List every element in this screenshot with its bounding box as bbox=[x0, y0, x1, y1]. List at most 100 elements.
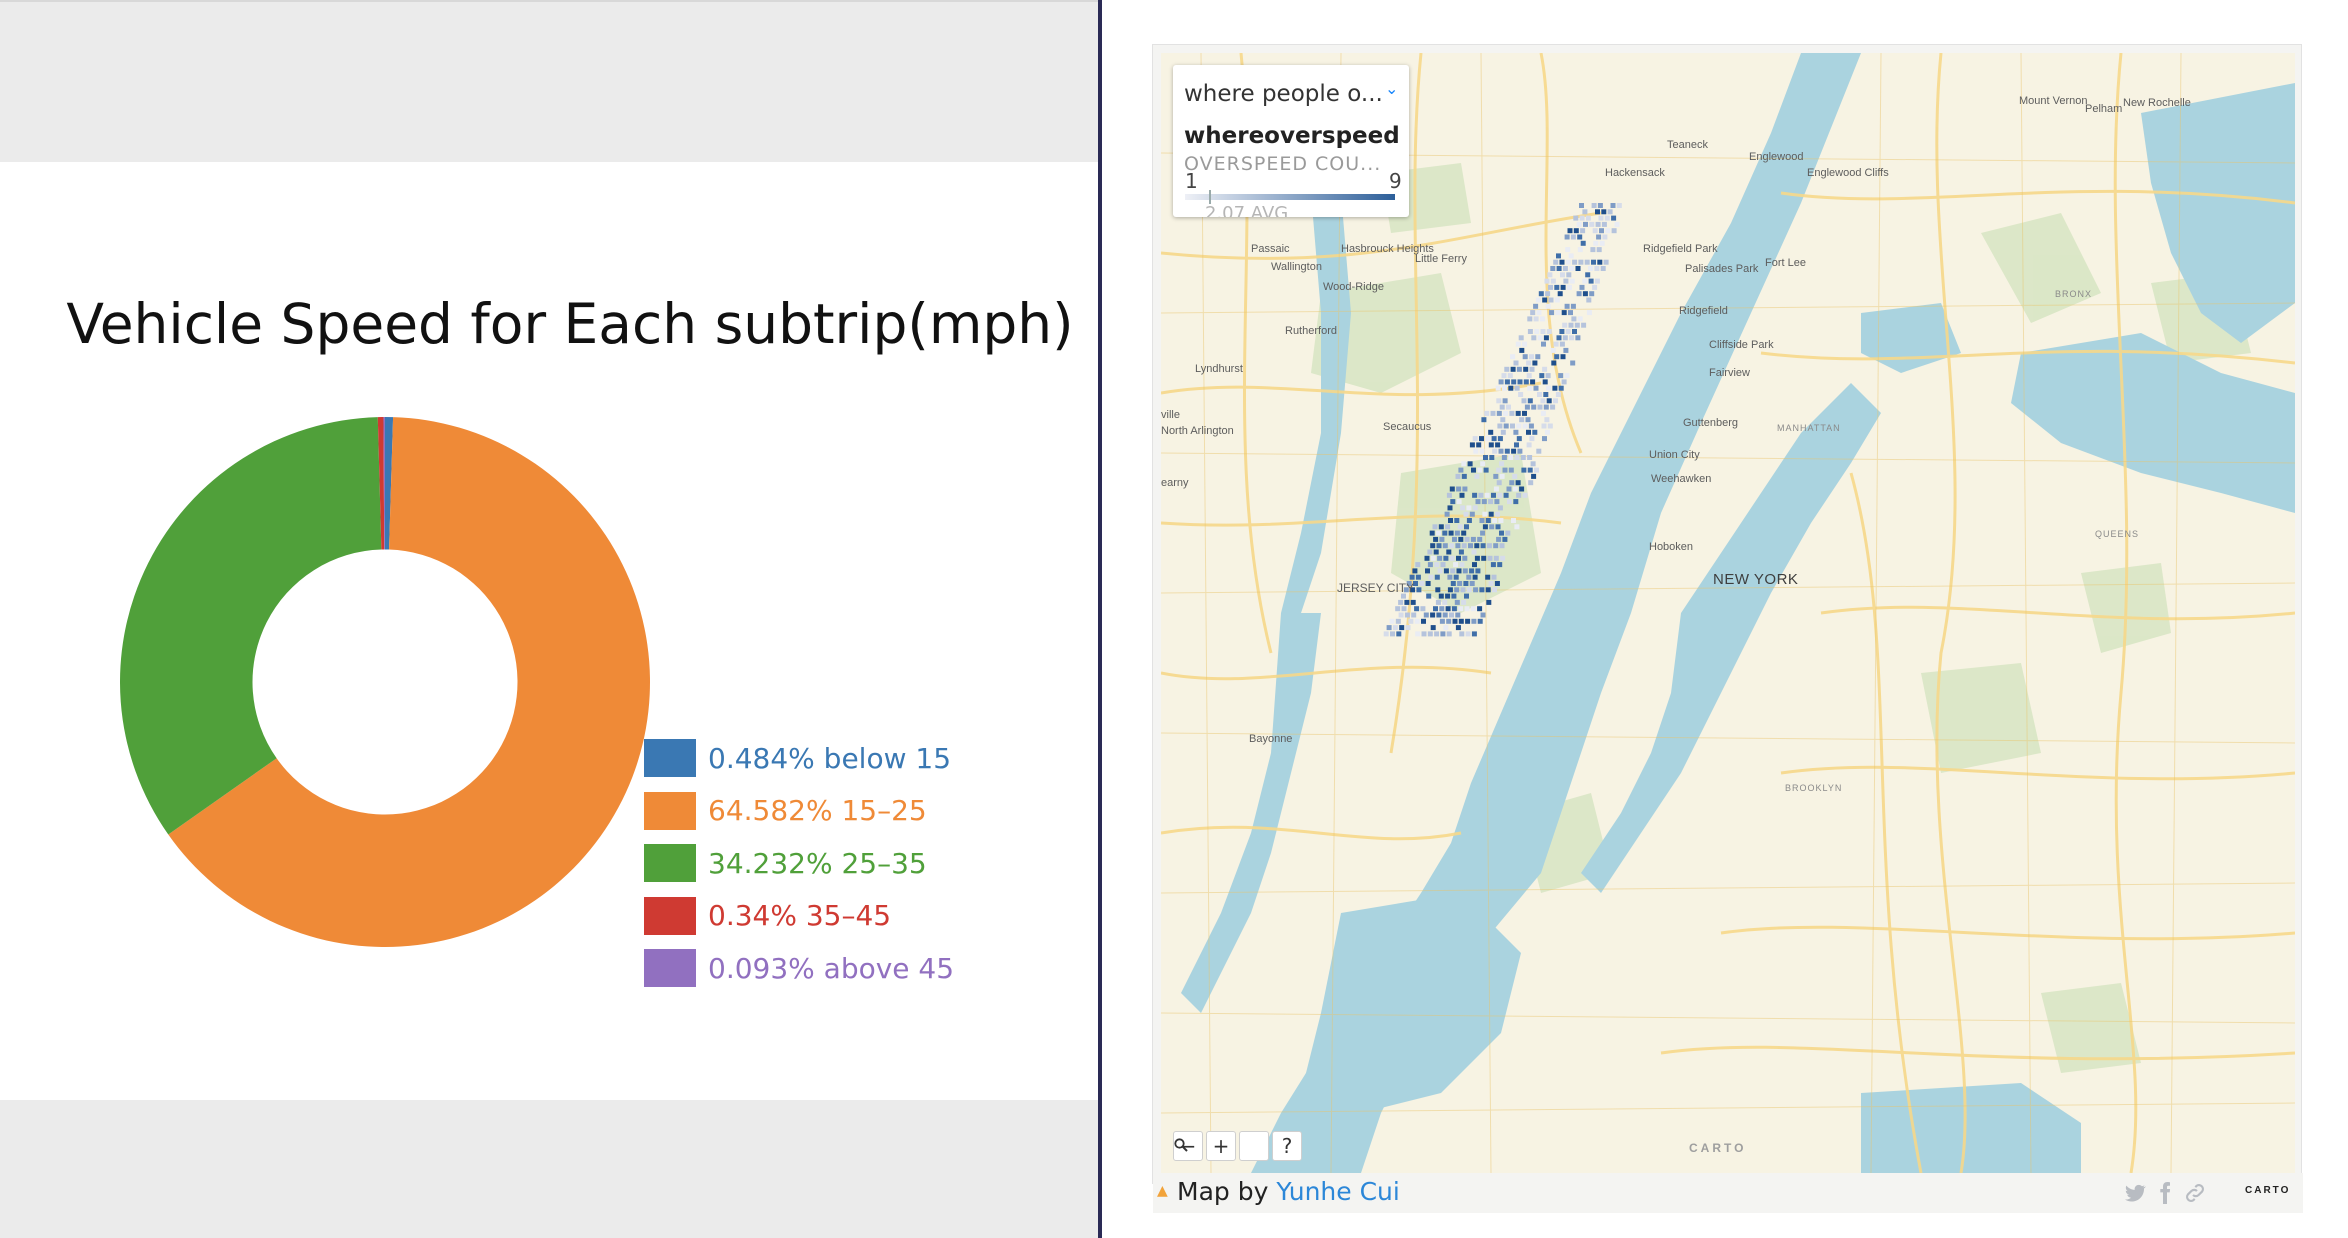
overspeed-cell[interactable] bbox=[1475, 499, 1481, 505]
overspeed-cell[interactable] bbox=[1462, 568, 1468, 574]
overspeed-cell[interactable] bbox=[1582, 209, 1588, 215]
overspeed-cell[interactable] bbox=[1465, 618, 1471, 624]
overspeed-cell[interactable] bbox=[1515, 410, 1521, 416]
overspeed-cell[interactable] bbox=[1585, 272, 1591, 278]
overspeed-cell[interactable] bbox=[1605, 228, 1611, 234]
overspeed-cell[interactable] bbox=[1532, 360, 1538, 366]
overspeed-cell[interactable] bbox=[1485, 436, 1491, 442]
overspeed-cell[interactable] bbox=[1501, 455, 1507, 460]
overspeed-cell[interactable] bbox=[1423, 612, 1429, 618]
overspeed-cell[interactable] bbox=[1561, 310, 1567, 316]
overspeed-cell[interactable] bbox=[1565, 329, 1571, 334]
overspeed-cell[interactable] bbox=[1508, 467, 1514, 473]
overspeed-cell[interactable] bbox=[1466, 505, 1472, 511]
overspeed-cell[interactable] bbox=[1460, 587, 1466, 593]
overspeed-cell[interactable] bbox=[1481, 555, 1487, 561]
overspeed-cell[interactable] bbox=[1447, 587, 1453, 593]
overspeed-cell[interactable] bbox=[1465, 631, 1471, 637]
overspeed-cell[interactable] bbox=[1493, 486, 1499, 492]
overspeed-cell[interactable] bbox=[1419, 581, 1425, 586]
overspeed-cell[interactable] bbox=[1542, 366, 1548, 372]
overspeed-cell[interactable] bbox=[1415, 574, 1421, 580]
overspeed-cell[interactable] bbox=[1489, 524, 1495, 530]
overspeed-cell[interactable] bbox=[1529, 354, 1534, 360]
overspeed-cell[interactable] bbox=[1477, 467, 1483, 473]
overspeed-cell[interactable] bbox=[1399, 625, 1405, 631]
overspeed-cell[interactable] bbox=[1493, 473, 1499, 479]
overspeed-cell[interactable] bbox=[1455, 473, 1461, 479]
overspeed-cell[interactable] bbox=[1456, 555, 1461, 561]
overspeed-cell[interactable] bbox=[1544, 429, 1550, 435]
overspeed-cell[interactable] bbox=[1548, 284, 1553, 290]
overspeed-cell[interactable] bbox=[1582, 291, 1588, 297]
overspeed-cell[interactable] bbox=[1577, 234, 1583, 240]
overspeed-cell[interactable] bbox=[1586, 297, 1592, 303]
overspeed-cell[interactable] bbox=[1498, 379, 1504, 385]
overspeed-cell[interactable] bbox=[1610, 203, 1616, 208]
overspeed-cell[interactable] bbox=[1430, 625, 1436, 631]
overspeed-cell[interactable] bbox=[1504, 448, 1510, 454]
overspeed-cell[interactable] bbox=[1524, 404, 1530, 410]
overspeed-cell[interactable] bbox=[1488, 499, 1494, 505]
overspeed-cell[interactable] bbox=[1479, 587, 1485, 593]
overspeed-cell[interactable] bbox=[1471, 549, 1477, 555]
twitter-icon[interactable] bbox=[2123, 1181, 2147, 1205]
overspeed-cell[interactable] bbox=[1514, 385, 1520, 391]
overspeed-cell[interactable] bbox=[1439, 618, 1445, 624]
overspeed-cell[interactable] bbox=[1497, 562, 1503, 568]
map-canvas[interactable]: Mount Vernon Pelham New Rochelle Teaneck Eng… bbox=[1161, 53, 2295, 1173]
overspeed-cell[interactable] bbox=[1461, 543, 1467, 549]
overspeed-cell[interactable] bbox=[1527, 385, 1533, 391]
overspeed-cell[interactable] bbox=[1562, 322, 1568, 328]
overspeed-cell[interactable] bbox=[1442, 599, 1448, 605]
overspeed-cell[interactable] bbox=[1496, 480, 1502, 486]
overspeed-cell[interactable] bbox=[1500, 429, 1506, 435]
overspeed-cell[interactable] bbox=[1531, 335, 1537, 341]
overspeed-cell[interactable] bbox=[1519, 347, 1525, 353]
overspeed-cell[interactable] bbox=[1485, 587, 1491, 593]
overspeed-cell[interactable] bbox=[1499, 473, 1505, 479]
overspeed-cell[interactable] bbox=[1405, 625, 1411, 631]
overspeed-cell[interactable] bbox=[1591, 203, 1597, 208]
overspeed-cell[interactable] bbox=[1583, 221, 1588, 227]
overspeed-cell[interactable] bbox=[1539, 373, 1545, 379]
overspeed-cell[interactable] bbox=[1518, 392, 1524, 397]
overspeed-cell[interactable] bbox=[1516, 423, 1522, 429]
overspeed-cell[interactable] bbox=[1451, 593, 1457, 599]
overspeed-cell[interactable] bbox=[1499, 543, 1505, 549]
overspeed-cell[interactable] bbox=[1589, 221, 1595, 227]
overspeed-cell[interactable] bbox=[1563, 347, 1569, 353]
overspeed-cell[interactable] bbox=[1511, 379, 1517, 385]
overspeed-cell[interactable] bbox=[1498, 518, 1504, 523]
donut-slice-2[interactable] bbox=[120, 417, 382, 835]
overspeed-cell[interactable] bbox=[1485, 518, 1491, 523]
zoom-in-button[interactable]: + bbox=[1206, 1131, 1236, 1161]
overspeed-cell[interactable] bbox=[1493, 543, 1499, 549]
overspeed-cell[interactable] bbox=[1502, 467, 1508, 473]
overspeed-cell[interactable] bbox=[1449, 612, 1454, 618]
overspeed-cell[interactable] bbox=[1464, 593, 1469, 599]
overspeed-cell[interactable] bbox=[1522, 354, 1528, 360]
overspeed-cell[interactable] bbox=[1476, 442, 1482, 448]
overspeed-cell[interactable] bbox=[1436, 530, 1441, 536]
overspeed-cell[interactable] bbox=[1563, 278, 1569, 284]
overspeed-cell[interactable] bbox=[1531, 473, 1537, 479]
overspeed-cell[interactable] bbox=[1595, 209, 1600, 215]
overspeed-cell[interactable] bbox=[1474, 543, 1480, 549]
overspeed-cell[interactable] bbox=[1482, 511, 1488, 517]
overspeed-cell[interactable] bbox=[1404, 612, 1410, 618]
overspeed-cell[interactable] bbox=[1577, 316, 1583, 322]
overspeed-cell[interactable] bbox=[1590, 247, 1596, 253]
overspeed-cell[interactable] bbox=[1555, 392, 1561, 397]
overspeed-cell[interactable] bbox=[1401, 606, 1407, 612]
overspeed-cell[interactable] bbox=[1554, 354, 1560, 360]
overspeed-cell[interactable] bbox=[1531, 404, 1537, 410]
overspeed-cell[interactable] bbox=[1525, 417, 1531, 423]
overspeed-cell[interactable] bbox=[1492, 518, 1498, 523]
overspeed-cell[interactable] bbox=[1568, 322, 1574, 328]
overspeed-cell[interactable] bbox=[1537, 335, 1543, 341]
overspeed-cell[interactable] bbox=[1435, 599, 1441, 605]
overspeed-cell[interactable] bbox=[1421, 618, 1426, 624]
overspeed-cell[interactable] bbox=[1565, 247, 1571, 253]
overspeed-cell[interactable] bbox=[1559, 341, 1565, 347]
